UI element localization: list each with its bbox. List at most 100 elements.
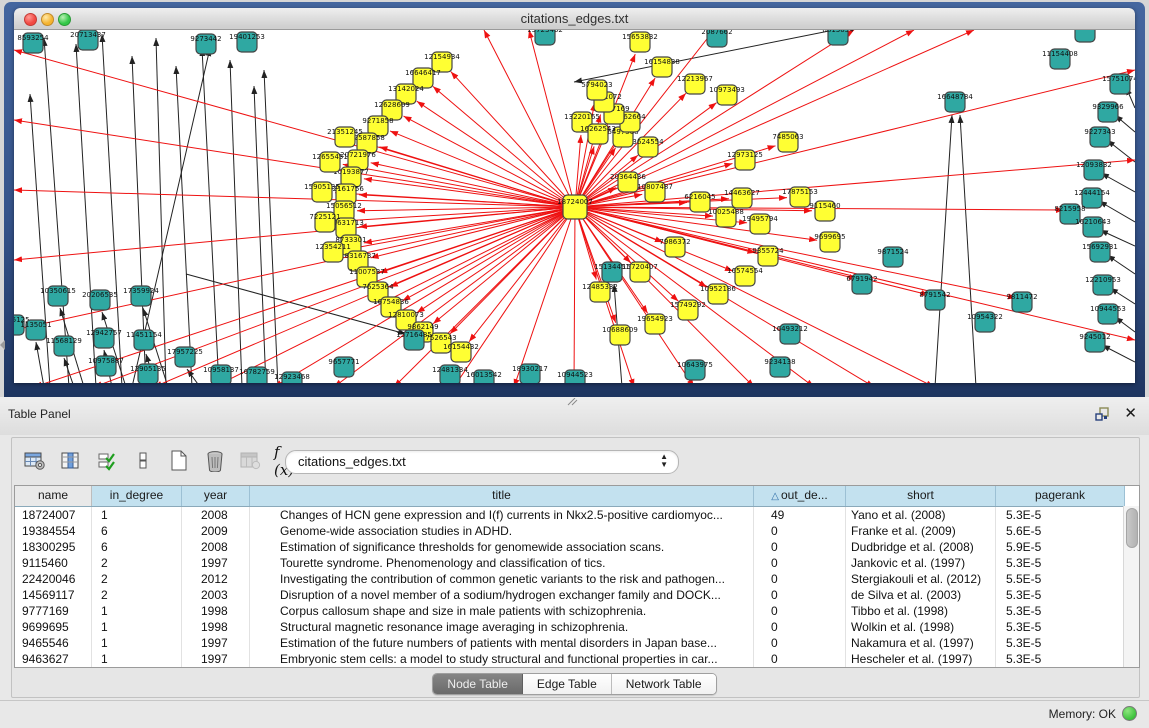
table-cell[interactable]: 22420046	[15, 571, 92, 587]
new-file-icon[interactable]	[166, 448, 192, 474]
table-cell[interactable]: 0	[754, 555, 846, 571]
table-cell[interactable]: 5.3E-5	[996, 635, 1125, 651]
table-cell[interactable]: 1	[92, 507, 182, 523]
citation-edge-selected[interactable]	[14, 190, 575, 207]
citation-edge[interactable]	[264, 70, 278, 383]
table-cell[interactable]: 6	[92, 539, 182, 555]
table-cell[interactable]: 0	[754, 619, 846, 635]
table-settings-icon[interactable]	[22, 448, 48, 474]
citation-edge-selected[interactable]	[484, 30, 575, 207]
table-cell[interactable]: 1997	[182, 651, 250, 667]
table-cell[interactable]: 5.3E-5	[996, 507, 1125, 523]
table-cell[interactable]: 2008	[182, 507, 250, 523]
table-cell[interactable]: Disruption of a novel member of a sodium…	[250, 587, 754, 603]
table-cell[interactable]: Tourette syndrome. Phenomenology and cla…	[250, 555, 754, 571]
table-cell[interactable]: Embryonic stem cells: a model to study s…	[250, 651, 754, 667]
table-cell[interactable]: Tibbo et al. (1998)	[846, 603, 996, 619]
table-cell[interactable]: 19384554	[15, 523, 92, 539]
table-row[interactable]: 1872400712008Changes of HCN gene express…	[15, 507, 1139, 523]
table-cell[interactable]: 5.3E-5	[996, 651, 1125, 667]
table-cell[interactable]: 5.9E-5	[996, 539, 1125, 555]
table-cell[interactable]: 2012	[182, 571, 250, 587]
table-cell[interactable]: 1997	[182, 555, 250, 571]
network-canvas-svg[interactable]: 1215493416646417131420241262860992718581…	[14, 30, 1135, 383]
table-cell[interactable]: 9115460	[15, 555, 92, 571]
splitter-grip[interactable]	[566, 398, 578, 406]
table-select-combobox[interactable]: citations_edges.txt ▲▼	[285, 450, 679, 474]
column-header-pagerank[interactable]: pagerank	[996, 486, 1125, 506]
table-cell[interactable]: 5.3E-5	[996, 555, 1125, 571]
table-cell[interactable]: 2009	[182, 523, 250, 539]
table-cell[interactable]: 9699695	[15, 619, 92, 635]
table-cell[interactable]: 6	[92, 523, 182, 539]
table-cell[interactable]: 1	[92, 635, 182, 651]
citation-edge-selected[interactable]	[14, 120, 575, 207]
citation-edge[interactable]	[64, 358, 74, 383]
table-cell[interactable]: 9465546	[15, 635, 92, 651]
table-cell[interactable]: 1	[92, 619, 182, 635]
citation-edge[interactable]	[254, 86, 266, 383]
table-cell[interactable]: Jankovic et al. (1997)	[846, 555, 996, 571]
table-cell[interactable]: 5.3E-5	[996, 587, 1125, 603]
citation-edge-selected[interactable]	[433, 86, 575, 207]
table-cell[interactable]: 9463627	[15, 651, 92, 667]
citation-edge[interactable]	[960, 115, 976, 383]
citation-edge[interactable]	[1107, 255, 1135, 274]
table-cell[interactable]: 2	[92, 587, 182, 603]
network-canvas[interactable]: 1215493416646417131420241262860992718581…	[14, 30, 1135, 383]
table-cell[interactable]: 0	[754, 587, 846, 603]
float-panel-icon[interactable]	[1094, 406, 1110, 422]
delete-table-icon-disabled[interactable]	[238, 448, 264, 474]
table-cell[interactable]: Stergiakouli et al. (2012)	[846, 571, 996, 587]
tab-node-table[interactable]: Node Table	[433, 674, 523, 694]
table-row[interactable]: 2242004622012Investigating the contribut…	[15, 571, 1139, 587]
table-cell[interactable]: 1998	[182, 603, 250, 619]
citation-edge-selected[interactable]	[214, 207, 575, 383]
table-cell[interactable]: 2008	[182, 539, 250, 555]
citation-edge-selected[interactable]	[364, 207, 575, 243]
citation-edge[interactable]	[1107, 140, 1135, 162]
citation-edge[interactable]	[935, 115, 952, 383]
table-cell[interactable]: 2	[92, 571, 182, 587]
citation-edge[interactable]	[1110, 288, 1135, 304]
table-cell[interactable]: 18724007	[15, 507, 92, 523]
table-cell[interactable]: Franke et al. (2009)	[846, 523, 996, 539]
graph-node[interactable]	[1075, 30, 1095, 42]
select-column-icon[interactable]	[58, 448, 84, 474]
citation-edge[interactable]	[1102, 345, 1135, 362]
column-header-in_degree[interactable]: in_degree	[92, 486, 182, 506]
table-cell[interactable]: Changes of HCN gene expression and I(f) …	[250, 507, 754, 523]
table-row[interactable]: 1938455462009Genome-wide association stu…	[15, 523, 1139, 539]
citation-edge-selected[interactable]	[371, 163, 575, 207]
close-panel-icon[interactable]: ✕	[1124, 406, 1137, 422]
column-header-out_de[interactable]: △out_de...	[754, 486, 846, 506]
table-cell[interactable]: Nakamura et al. (1997)	[846, 635, 996, 651]
citation-edge-selected[interactable]	[451, 72, 575, 207]
table-cell[interactable]: 0	[754, 523, 846, 539]
citation-edge-selected[interactable]	[14, 50, 575, 207]
table-cell[interactable]: 9777169	[15, 603, 92, 619]
table-cell[interactable]: Corpus callosum shape and size in male p…	[250, 603, 754, 619]
table-row[interactable]: 1456911722003Disruption of a novel membe…	[15, 587, 1139, 603]
table-cell[interactable]: Estimation of the future numbers of pati…	[250, 635, 754, 651]
table-cell[interactable]: Genome-wide association studies in ADHD.	[250, 523, 754, 539]
table-cell[interactable]: 1998	[182, 619, 250, 635]
table-cell[interactable]: 5.3E-5	[996, 603, 1125, 619]
tab-network-table[interactable]: Network Table	[612, 674, 716, 694]
table-row[interactable]: 946554611997Estimation of the future num…	[15, 635, 1139, 651]
table-cell[interactable]: 1997	[182, 635, 250, 651]
network-window-titlebar[interactable]: citations_edges.txt	[14, 8, 1135, 30]
delete-rows-trash-icon[interactable]	[202, 448, 228, 474]
citation-edge-selected[interactable]	[390, 131, 575, 207]
vertical-scrollbar[interactable]	[1123, 506, 1139, 667]
table-cell[interactable]: 0	[754, 603, 846, 619]
citation-edge-selected[interactable]	[390, 207, 575, 287]
table-cell[interactable]: 2	[92, 555, 182, 571]
column-narrow-icon[interactable]	[130, 448, 156, 474]
citation-edge[interactable]	[36, 342, 44, 383]
column-header-short[interactable]: short	[846, 486, 996, 506]
collapsed-splitter-handle[interactable]	[0, 340, 5, 350]
citation-edge-selected[interactable]	[575, 207, 1016, 298]
table-cell[interactable]: 1	[92, 651, 182, 667]
column-header-name[interactable]: name	[15, 486, 92, 506]
